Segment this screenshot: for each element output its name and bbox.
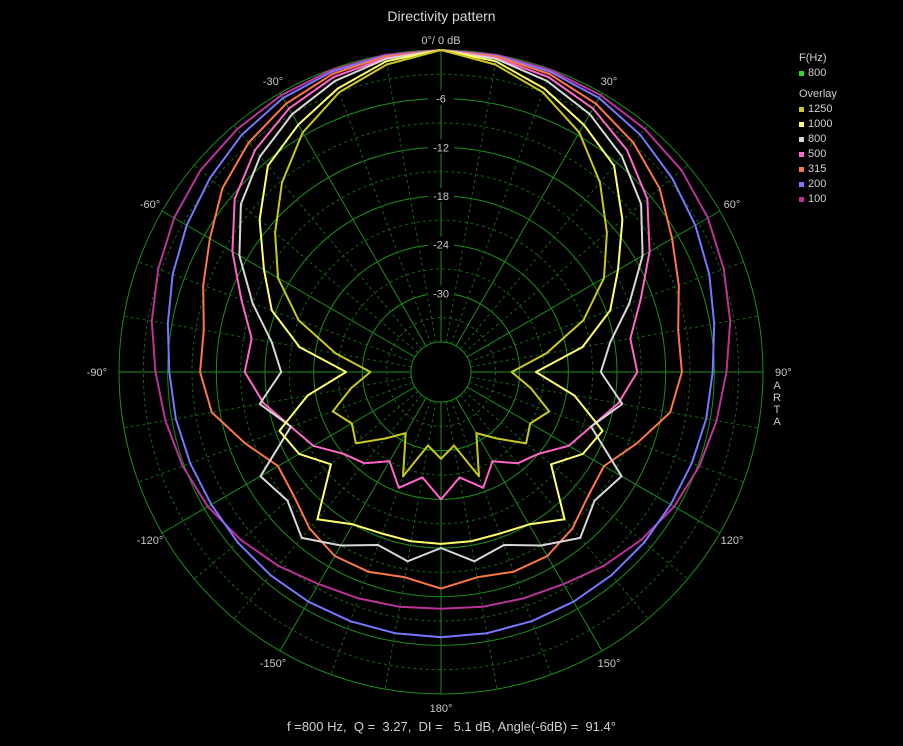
angle-label: -60° — [140, 199, 160, 211]
angle-label: -150° — [260, 658, 286, 670]
legend-item: 100 — [799, 192, 837, 207]
grid-spoke — [463, 390, 688, 580]
legend-swatch — [799, 107, 804, 112]
radial-tick-label: -12 — [433, 142, 449, 154]
radial-tick-label: -24 — [433, 240, 449, 252]
legend-swatch — [799, 71, 804, 76]
radial-tick-label: -6 — [436, 94, 446, 106]
legend-item-main: 800 — [799, 66, 837, 81]
legend-item: 500 — [799, 147, 837, 162]
grid-spoke — [194, 390, 419, 580]
legend-overlay-header: Overlay — [799, 88, 837, 100]
legend-swatch — [799, 182, 804, 187]
legend-label: 800 — [808, 133, 827, 145]
grid-spoke — [459, 394, 649, 619]
legend-overlay-list: 1250 1000 800 500 315 200 100 — [799, 102, 837, 207]
legend: F(Hz) 800 Overlay 1250 1000 800 500 315 200 10… — [799, 51, 837, 207]
legend-swatch — [799, 137, 804, 142]
legend-swatch — [799, 197, 804, 202]
legend-swatch — [799, 152, 804, 157]
angle-label: 150° — [598, 658, 621, 670]
arta-watermark: ARTA — [773, 380, 781, 428]
angle-label: -90° — [87, 367, 107, 379]
angle-label: -30° — [263, 76, 283, 88]
grid-spoke — [459, 125, 649, 350]
grid-spoke — [455, 92, 603, 347]
legend-item: 1000 — [799, 117, 837, 132]
legend-label: 500 — [808, 148, 827, 160]
legend-label: 315 — [808, 163, 827, 175]
grid-spoke — [161, 210, 416, 358]
legend-item: 800 — [799, 132, 837, 147]
legend-label: 200 — [808, 178, 827, 190]
legend-label: 100 — [808, 193, 827, 205]
grid-spoke — [466, 210, 721, 358]
angle-label: 90° — [775, 367, 792, 379]
legend-swatch — [799, 167, 804, 172]
angle-label: 60° — [724, 199, 741, 211]
angle-label: 30° — [601, 76, 618, 88]
legend-header: F(Hz) — [799, 52, 827, 64]
grid-spoke — [466, 386, 721, 534]
angle-label: 120° — [721, 535, 744, 547]
legend-label: 1250 — [808, 103, 833, 115]
polar-plot: 0°/ 0 dB -6 -12 -18 -24 -30 -30° 30° -60° 60° -90°… — [87, 35, 792, 715]
chart-footer: f =800 Hz, Q = 3.27, DI = 5.1 dB, Angle(… — [287, 719, 616, 734]
grid-spoke — [161, 386, 416, 534]
grid-spoke — [463, 164, 688, 354]
grid-spoke — [233, 394, 423, 619]
radial-tick-label: -18 — [433, 191, 449, 203]
legend-swatch — [799, 122, 804, 127]
legend-item: 315 — [799, 162, 837, 177]
grid-spoke — [194, 164, 419, 354]
legend-label: 1000 — [808, 118, 833, 130]
grid-spoke — [233, 125, 423, 350]
angle-label: -120° — [137, 535, 163, 547]
legend-label: 800 — [808, 67, 827, 79]
legend-item: 1250 — [799, 102, 837, 117]
top-label: 0°/ 0 dB — [421, 35, 460, 47]
grid-spoke — [279, 92, 427, 347]
center-hole — [413, 344, 469, 400]
radial-tick-label: -30 — [433, 288, 449, 300]
angle-label: 180° — [430, 703, 453, 715]
legend-item: 200 — [799, 177, 837, 192]
